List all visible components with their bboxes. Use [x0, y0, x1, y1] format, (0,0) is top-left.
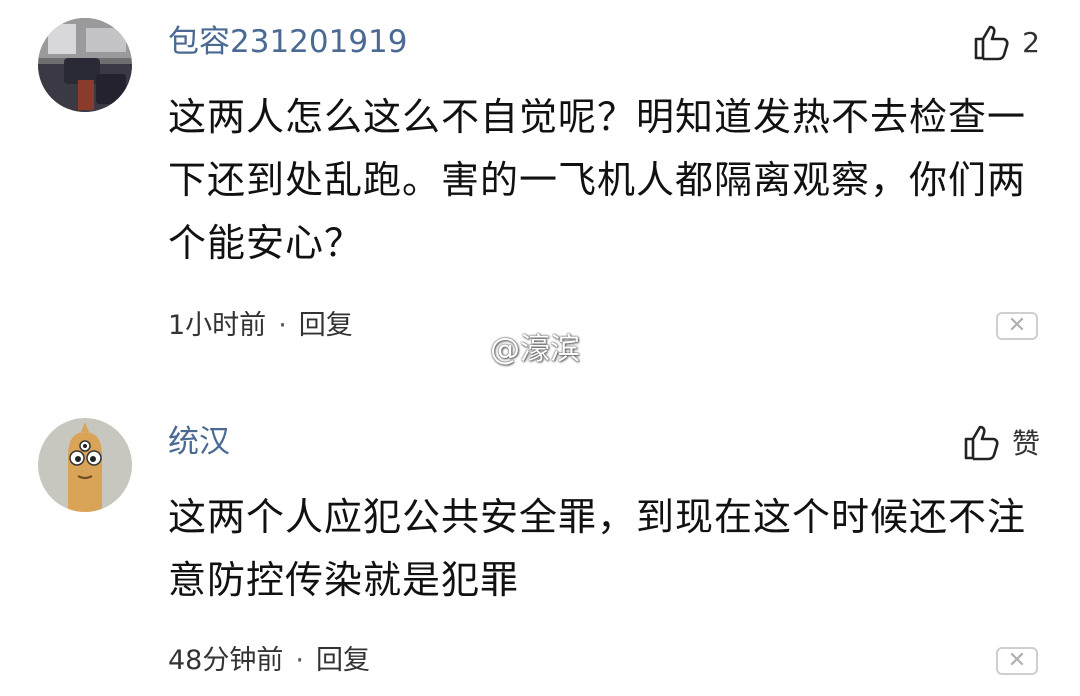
dismiss-button[interactable]: ✕: [996, 312, 1038, 340]
comment-text: 这两个人应犯公共安全罪，到现在这个时候还不注意防控传染就是犯罪: [168, 495, 1027, 602]
comment-item: 包容231201919 2 这两人怎么这么不自觉呢？明知道发热不去检查一下还到处…: [0, 0, 1080, 360]
thumbs-up-icon: [974, 25, 1009, 61]
like-button[interactable]: 2: [972, 20, 1040, 64]
like-count: 2: [1022, 25, 1040, 59]
reply-button[interactable]: 回复: [316, 645, 370, 676]
comment-meta: 1小时前 · 回复: [168, 308, 353, 344]
timestamp: 1小时前: [168, 310, 267, 341]
close-icon: ✕: [1007, 648, 1027, 673]
username[interactable]: 包容231201919: [168, 22, 408, 62]
comment-meta: 48分钟前 · 回复: [168, 643, 370, 679]
separator-dot: ·: [278, 310, 287, 341]
reply-button[interactable]: 回复: [299, 310, 353, 341]
timestamp: 48分钟前: [168, 645, 284, 676]
separator-dot: ·: [295, 645, 304, 676]
watermark: @濠滨: [490, 332, 580, 367]
user-avatar[interactable]: [38, 418, 132, 512]
thumbs-up-icon: [964, 425, 999, 461]
close-icon: ✕: [1007, 313, 1027, 338]
like-label: 赞: [1011, 427, 1040, 460]
avatar-photo-icon: [38, 18, 132, 112]
comment-text: 这两人怎么这么不自觉呢？明知道发热不去检查一下还到处乱跑。害的一飞机人都隔离观察…: [168, 95, 1027, 265]
comment-item: 统汉 赞 这两个人应犯公共安全罪，到现在这个时候还不注意防控传染就是犯罪 48分…: [0, 400, 1080, 696]
user-avatar[interactable]: [38, 18, 132, 112]
avatar-cartoon-icon: [38, 418, 132, 512]
dismiss-button[interactable]: ✕: [996, 647, 1038, 675]
username[interactable]: 统汉: [168, 422, 230, 462]
like-button[interactable]: 赞: [962, 420, 1040, 464]
